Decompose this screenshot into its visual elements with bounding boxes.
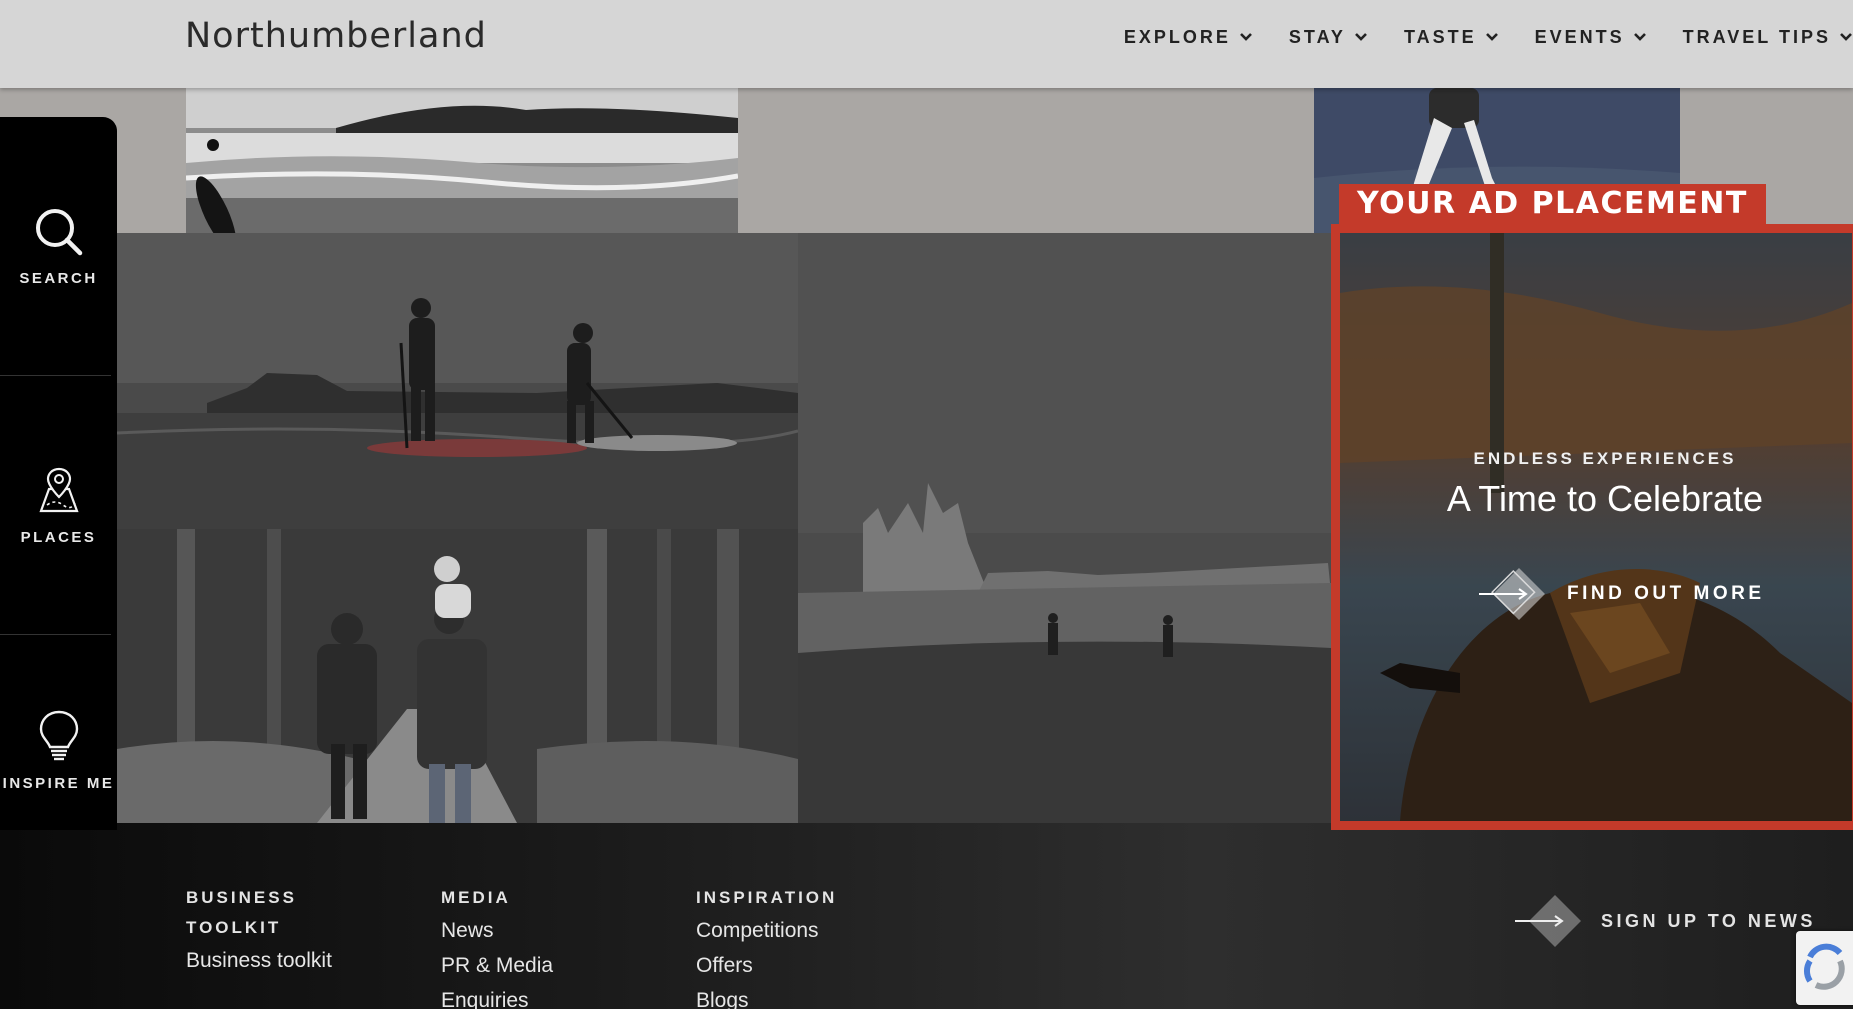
footer-heading-media: MEDIA [441, 888, 511, 907]
recaptcha-icon [1803, 943, 1845, 990]
footer-col-inspiration: INSPIRATION Competitions Offers Blogs [696, 883, 837, 1009]
chevron-down-icon [1840, 33, 1852, 41]
nav-travel-tips[interactable]: TRAVEL TIPS [1683, 27, 1853, 48]
rail-search[interactable]: SEARCH [0, 117, 117, 375]
rail-inspire-label: INSPIRE ME [2, 775, 115, 792]
footer-link[interactable]: Business toolkit [186, 943, 332, 978]
paddleboard-tile[interactable] [117, 233, 798, 529]
paddleboard-photo [117, 233, 798, 529]
nav-events-label: EVENTS [1534, 26, 1625, 47]
page: Northumberland EXPLORE STAY TASTE EVENTS… [0, 0, 1853, 1009]
nav-stay-label: STAY [1288, 26, 1346, 47]
ad-dog-photo [1340, 233, 1852, 821]
castle-ruins-photo [798, 233, 1331, 823]
surf-beach-image[interactable] [186, 88, 738, 233]
footer-heading-business: BUSINESS [186, 888, 297, 907]
search-icon [35, 208, 82, 255]
nav-events[interactable]: EVENTS [1535, 27, 1647, 48]
castle-ruins-tile[interactable] [798, 233, 1331, 823]
nav-explore-label: EXPLORE [1123, 26, 1231, 47]
ad-placement-tag: YOUR AD PLACEMENT [1339, 184, 1766, 224]
footer-col-business: BUSINESS TOOLKIT Business toolkit [186, 883, 332, 978]
lightbulb-icon [39, 710, 78, 761]
site-logo[interactable]: Northumberland [185, 14, 487, 58]
find-out-more-button[interactable]: FIND OUT MORE [1479, 566, 1765, 622]
site-header: Northumberland EXPLORE STAY TASTE EVENTS… [0, 0, 1853, 88]
footer-col-media: MEDIA News PR & Media Enquiries [441, 883, 553, 1009]
arrow-diamond-icon [1479, 568, 1545, 620]
footer-heading-toolkit: TOOLKIT [186, 918, 282, 937]
chevron-down-icon [1633, 33, 1646, 41]
footer-link[interactable]: Blogs [696, 983, 837, 1009]
forest-walk-tile[interactable] [117, 529, 798, 823]
chevron-down-icon [1355, 33, 1367, 41]
rail-places[interactable]: PLACES [0, 376, 117, 634]
forest-walk-photo [117, 529, 798, 823]
nav-explore[interactable]: EXPLORE [1124, 27, 1253, 48]
footer-link[interactable]: News [441, 913, 553, 948]
footer-link[interactable]: Offers [696, 948, 837, 983]
nav-stay[interactable]: STAY [1289, 27, 1368, 48]
footer-heading-inspiration: INSPIRATION [696, 888, 838, 907]
main-nav: EXPLORE STAY TASTE EVENTS TRAVEL TIPS [1124, 0, 1853, 74]
ad-kicker: ENDLESS EXPERIENCES [1473, 449, 1737, 468]
surf-beach-photo [186, 88, 738, 233]
ad-placement[interactable]: ENDLESS EXPERIENCES A Time to Celebrate … [1331, 224, 1853, 830]
arrow-diamond-icon [1515, 895, 1581, 947]
chevron-down-icon [1239, 33, 1252, 41]
rail-inspire[interactable]: INSPIRE ME [0, 635, 117, 830]
sign-up-to-news-label: SIGN UP TO NEWS [1601, 910, 1816, 931]
recaptcha-badge[interactable] [1796, 931, 1853, 1005]
side-rail: SEARCH PLACES INSPIRE ME [0, 117, 117, 830]
footer-link[interactable]: Enquiries [441, 983, 553, 1009]
footer-link[interactable]: Competitions [696, 913, 837, 948]
rail-places-label: PLACES [20, 528, 97, 546]
nav-taste-label: TASTE [1403, 26, 1477, 47]
rail-search-label: SEARCH [19, 269, 98, 287]
sign-up-to-news-button[interactable]: SIGN UP TO NEWS [1515, 893, 1816, 949]
nav-travel-tips-label: TRAVEL TIPS [1682, 26, 1831, 47]
map-pin-icon [38, 467, 79, 512]
chevron-down-icon [1485, 33, 1498, 41]
footer-link[interactable]: PR & Media [441, 948, 553, 983]
find-out-more-label: FIND OUT MORE [1567, 583, 1765, 604]
nav-taste[interactable]: TASTE [1404, 27, 1499, 48]
ad-title: A Time to Celebrate [1446, 478, 1764, 519]
